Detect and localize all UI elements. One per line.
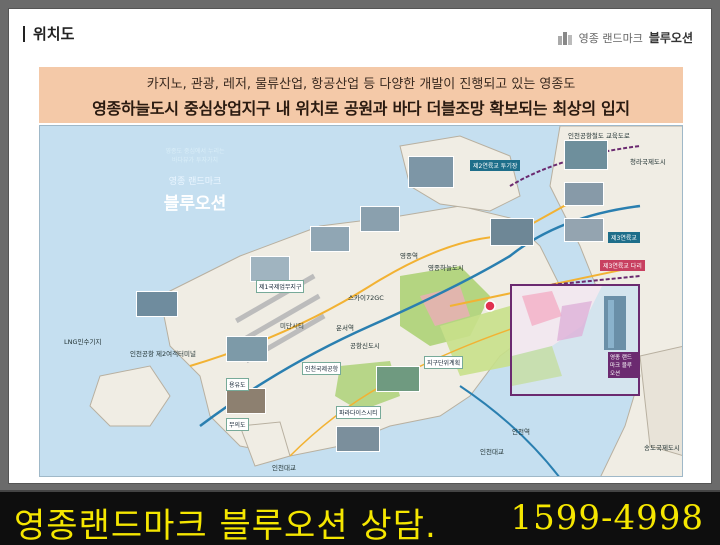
section-title: 위치도 (33, 25, 75, 43)
headline-banner: 카지노, 관광, 레저, 물류산업, 항공산업 등 다양한 개발이 진행되고 있… (39, 67, 683, 123)
photo-thumbnail (336, 426, 380, 452)
brand-logo: 영종 랜드마크 블루오션 (557, 29, 693, 46)
location-map: 영종도 중심에서 누리는 바다뷰가 투자가치 영종 랜드마크 블루오션 인천공항… (39, 125, 683, 477)
map-label: 인천공항철도 교육도로 (568, 132, 630, 140)
map-label: 파라다이스시티 (336, 406, 381, 419)
section-header: 위치도 (23, 23, 74, 44)
photo-thumbnail (226, 336, 268, 362)
map-label: 인천국제공항 (302, 362, 342, 375)
map-label: 청라국제도시 (630, 158, 666, 166)
photo-thumbnail (564, 182, 604, 206)
map-label: 제1국제업무지구 (256, 280, 305, 293)
map-label: 인천대교 (272, 464, 296, 472)
map-label: 제2연륙교 투기장 (470, 160, 521, 171)
banner-line-1: 카지노, 관광, 레저, 물류산업, 항공산업 등 다양한 개발이 진행되고 있… (146, 77, 576, 92)
footer-phone-number: 1599-4998 (510, 498, 704, 538)
photo-thumbnail (250, 256, 290, 282)
map-label: 인천대교 (480, 448, 504, 456)
map-label: 인천역 (512, 428, 530, 436)
location-map-panel: 위치도 영종 랜드마크 블루오션 카지노, 관광, 레저, 물류산업, 항공산업… (8, 8, 712, 484)
photo-thumbnail (376, 366, 420, 392)
footer-consult-text: 영종랜드마크 블루오션 상담. (14, 506, 437, 545)
map-label: 운서역 (336, 324, 354, 332)
photo-thumbnail (360, 206, 400, 232)
map-label: 용유도 (226, 378, 249, 391)
photo-thumbnail (564, 218, 604, 242)
brand-box-title-big: 블루오션 (163, 194, 227, 214)
map-label: 송도국제도시 (644, 444, 680, 452)
photo-thumbnail (136, 291, 178, 317)
map-label: LNG인수기지 (64, 338, 102, 346)
map-label: 제3연륙교 (608, 232, 640, 243)
inset-tag: 영종 랜드마크 블루오션 (608, 352, 638, 378)
inset-zoom-map: 영종 랜드마크 블루오션 (510, 284, 640, 396)
photo-thumbnail (490, 218, 534, 246)
brand-name: 블루오션 (648, 31, 693, 45)
photo-thumbnail (310, 226, 350, 252)
map-label: 공항신도시 (350, 342, 380, 350)
brand-prefix: 영종 랜드마크 (578, 31, 643, 45)
brand-box-title-small: 영종 랜드마크 (168, 177, 222, 187)
highlight-label: 제3연륙교 다리 (600, 260, 645, 271)
map-label: 지구단위계획 (424, 356, 464, 369)
brand-box-sub-2: 바다뷰가 투자가치 (171, 157, 219, 164)
map-label: 미단시티 (280, 322, 304, 330)
map-label: 영종역 (400, 252, 418, 260)
map-label: 인천공항 제2여객터미널 (130, 350, 197, 358)
section-divider (23, 25, 25, 42)
brand-box-sub-1: 영종도 중심에서 누리는 (165, 148, 225, 155)
banner-line-2: 영종하늘도시 중심상업지구 내 위치로 공원과 바다 더블조망 확보되는 최상의… (92, 99, 630, 118)
contact-footer: 영종랜드마크 블루오션 상담. 1599-4998 (0, 490, 720, 545)
map-label: 무의도 (226, 418, 249, 431)
photo-thumbnail (226, 388, 266, 414)
photo-thumbnail (564, 140, 608, 170)
brand-overlay-box: 영종도 중심에서 누리는 바다뷰가 투자가치 영종 랜드마크 블루오션 (140, 146, 250, 224)
building-logo-icon (557, 31, 572, 45)
photo-thumbnail (408, 156, 454, 188)
map-label: 스카이72GC (348, 294, 384, 302)
map-label: 영종하늘도시 (428, 264, 464, 272)
